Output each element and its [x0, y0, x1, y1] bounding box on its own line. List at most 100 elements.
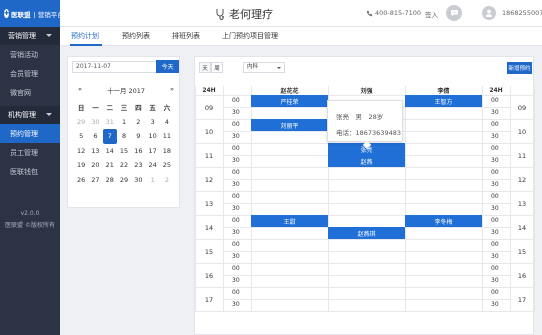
calendar-day[interactable]: 14: [103, 144, 117, 159]
sidebar-group-organization[interactable]: 机构管理: [0, 106, 60, 124]
brand-logo-icon: ✚: [4, 9, 10, 18]
calendar-day[interactable]: 30: [131, 173, 145, 188]
calendar-day[interactable]: 8: [117, 129, 131, 144]
hour-label: 13: [204, 200, 214, 208]
appointment-block[interactable]: 赵燕: [328, 155, 405, 167]
grid-hline: [195, 215, 223, 216]
sidebar-item-staff[interactable]: 员工管理: [0, 143, 60, 162]
minute-label: 30: [232, 157, 240, 164]
calendar-day[interactable]: 25: [160, 158, 174, 173]
calendar-day[interactable]: 28: [103, 173, 117, 188]
sidebar-item-microsite[interactable]: 微官网: [0, 83, 60, 102]
tab-bar: 预约计划 预约列表 排班列表 上门预约项目管理: [60, 27, 542, 46]
minute-label: 30: [232, 301, 240, 308]
sidebar-item-campaigns[interactable]: 营销活动: [0, 45, 60, 64]
grid-hline: [510, 287, 535, 288]
minute-label: 00: [491, 97, 499, 104]
calendar-day[interactable]: 4: [160, 115, 174, 130]
minute-label: 00: [232, 169, 240, 176]
date-input[interactable]: 2017-11-07: [72, 61, 157, 73]
minute-label: 00: [232, 193, 240, 200]
calendar-day[interactable]: 27: [88, 173, 102, 188]
minute-label: 00: [232, 97, 240, 104]
calendar-day[interactable]: 10: [145, 129, 159, 144]
view-day-button[interactable]: 天: [199, 62, 211, 73]
hour-label: 13: [517, 200, 527, 208]
calendar-day[interactable]: 26: [74, 173, 88, 188]
appointment-block[interactable]: 严桂荣: [251, 95, 328, 107]
calendar-day[interactable]: 1: [117, 115, 131, 130]
calendar-day[interactable]: 29: [117, 173, 131, 188]
minute-label: 30: [491, 157, 499, 164]
minute-label: 00: [232, 265, 240, 272]
tab-appointment-plan[interactable]: 预约计划: [71, 31, 99, 41]
hour-label: 10: [204, 128, 214, 136]
minute-label: 00: [491, 169, 499, 176]
signin-link[interactable]: 签入: [425, 9, 438, 19]
calendar-day[interactable]: 5: [74, 129, 88, 144]
appointment-block[interactable]: 赵燕琪: [328, 227, 405, 239]
calendar-day[interactable]: 31: [103, 115, 117, 130]
sidebar-item-wallet[interactable]: 医联钱包: [0, 162, 60, 181]
hour-label: 11: [517, 152, 527, 160]
appointment-block[interactable]: 王智方: [405, 95, 482, 107]
phone-icon: [366, 10, 373, 16]
calendar-day[interactable]: 30: [88, 115, 102, 130]
new-appointment-button[interactable]: 新增预约: [507, 62, 532, 74]
grid-hline: [510, 263, 535, 264]
appointment-block[interactable]: 王甜: [251, 215, 328, 227]
next-month-icon[interactable]: »: [170, 85, 174, 93]
calendar-day[interactable]: 21: [103, 158, 117, 173]
calendar-day[interactable]: 20: [88, 158, 102, 173]
sidebar-group-marketing[interactable]: 营销管理: [0, 27, 60, 45]
tab-home-visit-items[interactable]: 上门预约项目管理: [222, 31, 278, 41]
grid-hline: [223, 167, 510, 168]
hour-column-header: 24H: [202, 87, 216, 94]
view-week-button[interactable]: 周: [211, 62, 223, 73]
user-account[interactable]: 18682550070: [502, 9, 542, 17]
calendar-day[interactable]: 17: [145, 144, 159, 159]
calendar-day[interactable]: 2: [131, 115, 145, 130]
calendar-day[interactable]: 13: [88, 144, 102, 159]
calendar-day[interactable]: 9: [131, 129, 145, 144]
minute-label: 00: [491, 289, 499, 296]
calendar-day[interactable]: 15: [117, 144, 131, 159]
tab-shift-list[interactable]: 排班列表: [172, 31, 200, 41]
calendar-day[interactable]: 1: [145, 173, 159, 188]
sidebar-item-members[interactable]: 会员管理: [0, 64, 60, 83]
brand[interactable]: ✚ 医联盟 | 营销平台: [0, 0, 64, 27]
tab-appointment-list[interactable]: 预约列表: [122, 31, 150, 41]
sidebar-item-appointments[interactable]: 预约管理: [0, 124, 60, 143]
calendar-day[interactable]: 23: [131, 158, 145, 173]
calendar-day[interactable]: 29: [74, 115, 88, 130]
calendar-day[interactable]: 6: [88, 129, 102, 144]
department-select[interactable]: 内科: [243, 62, 285, 73]
calendar-day[interactable]: 22: [117, 158, 131, 173]
appointment-block[interactable]: 李冬梅: [405, 215, 482, 227]
minute-label: 00: [491, 217, 499, 224]
calendar-day[interactable]: 7: [102, 129, 117, 144]
calendar-day[interactable]: 3: [145, 115, 159, 130]
grid-hline: [195, 263, 223, 264]
calendar-day[interactable]: 19: [74, 158, 88, 173]
version-text: v2.0.0: [20, 210, 40, 217]
message-button[interactable]: [446, 5, 462, 21]
prev-month-icon[interactable]: «: [78, 85, 82, 93]
grid-hline: [223, 191, 510, 192]
calendar-day[interactable]: 12: [74, 144, 88, 159]
calendar-day[interactable]: 18: [160, 144, 174, 159]
clinic-name[interactable]: 老何理疗: [214, 6, 273, 22]
appointment-block[interactable]: 刘丽平: [251, 119, 328, 131]
minute-label: 00: [491, 265, 499, 272]
calendar-day[interactable]: 16: [131, 144, 145, 159]
calendar-day[interactable]: 2: [160, 173, 174, 188]
weekday-header: 三: [120, 104, 128, 113]
calendar-day[interactable]: 11: [160, 129, 174, 144]
user-avatar[interactable]: [482, 6, 496, 20]
minute-label: 30: [491, 109, 499, 116]
calendar-day[interactable]: 24: [145, 158, 159, 173]
calendar-header: 十一月 2017 « »: [78, 85, 174, 95]
grid-hline: [510, 311, 535, 312]
grid-hline: [510, 167, 535, 168]
today-button[interactable]: 今天: [156, 60, 179, 73]
